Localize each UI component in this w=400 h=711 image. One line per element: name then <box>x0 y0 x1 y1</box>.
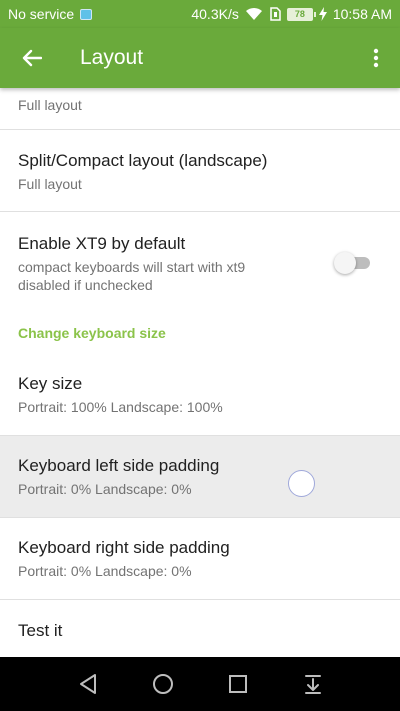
status-right: 40.3K/s 78 10:58 AM <box>191 6 392 22</box>
charging-bolt-icon <box>318 7 327 21</box>
pref-summary: Full layout <box>18 97 82 113</box>
wifi-icon <box>245 7 263 21</box>
status-bar: No service 40.3K/s 78 10:58 AM <box>0 0 400 28</box>
pref-title: Test it <box>18 621 63 640</box>
clock: 10:58 AM <box>332 6 392 22</box>
pref-summary: Portrait: 100% Landscape: 100% <box>18 399 223 415</box>
sim-card-icon <box>80 8 93 20</box>
toggle-thumb <box>334 252 356 274</box>
more-vert-icon <box>373 48 379 68</box>
pref-right-side-padding[interactable]: Keyboard right side padding Portrait: 0%… <box>0 518 400 600</box>
xt9-toggle-switch[interactable] <box>334 252 370 274</box>
pref-title: Keyboard right side padding <box>18 538 230 557</box>
preference-list[interactable]: Full layout Split/Compact layout (landsc… <box>0 88 400 657</box>
overflow-menu-button[interactable] <box>352 28 400 88</box>
pref-split-compact-layout[interactable]: Split/Compact layout (landscape) Full la… <box>0 130 400 212</box>
home-circle-icon <box>152 674 173 694</box>
nav-back-button[interactable] <box>63 657 113 711</box>
page-title: Layout <box>80 46 144 69</box>
pref-title: Split/Compact layout (landscape) <box>18 151 268 170</box>
back-triangle-icon <box>79 674 96 694</box>
app-bar: Layout <box>0 28 400 88</box>
pref-enable-xt9[interactable]: Enable XT9 by default compact keyboards … <box>0 212 400 312</box>
nav-notification-button[interactable] <box>288 657 338 711</box>
carrier-text: No service <box>8 6 75 22</box>
arrow-back-icon <box>22 49 42 67</box>
battery-icon: 78 <box>286 7 316 21</box>
pref-summary: compact keyboards will start with xt9 di… <box>18 259 246 293</box>
navigation-bar <box>0 657 400 711</box>
sim-status-icon <box>269 7 281 21</box>
recents-square-icon <box>228 675 247 693</box>
battery-level: 78 <box>294 9 305 19</box>
status-left: No service <box>8 6 93 22</box>
pref-partial-item[interactable]: Full layout <box>0 88 400 130</box>
category-title: Change keyboard size <box>18 325 166 341</box>
nav-recents-button[interactable] <box>213 657 263 711</box>
back-button[interactable] <box>0 28 64 88</box>
pref-left-side-padding[interactable]: Keyboard left side padding Portrait: 0% … <box>0 436 400 518</box>
pref-summary: Full layout <box>18 176 82 192</box>
nav-home-button[interactable] <box>138 657 188 711</box>
network-speed: 40.3K/s <box>191 6 239 22</box>
pref-title: Enable XT9 by default <box>18 234 186 253</box>
pref-summary: Portrait: 0% Landscape: 0% <box>18 481 192 497</box>
notification-pull-icon <box>304 675 321 694</box>
pref-title: Key size <box>18 374 83 393</box>
pref-summary: Portrait: 0% Landscape: 0% <box>18 563 192 579</box>
pref-key-size[interactable]: Key size Portrait: 100% Landscape: 100% <box>0 354 400 436</box>
pref-test-it[interactable]: Test it <box>0 600 400 657</box>
touch-ripple-indicator <box>288 470 315 497</box>
pref-title: Keyboard left side padding <box>18 456 220 475</box>
category-change-keyboard-size: Change keyboard size <box>0 312 400 354</box>
